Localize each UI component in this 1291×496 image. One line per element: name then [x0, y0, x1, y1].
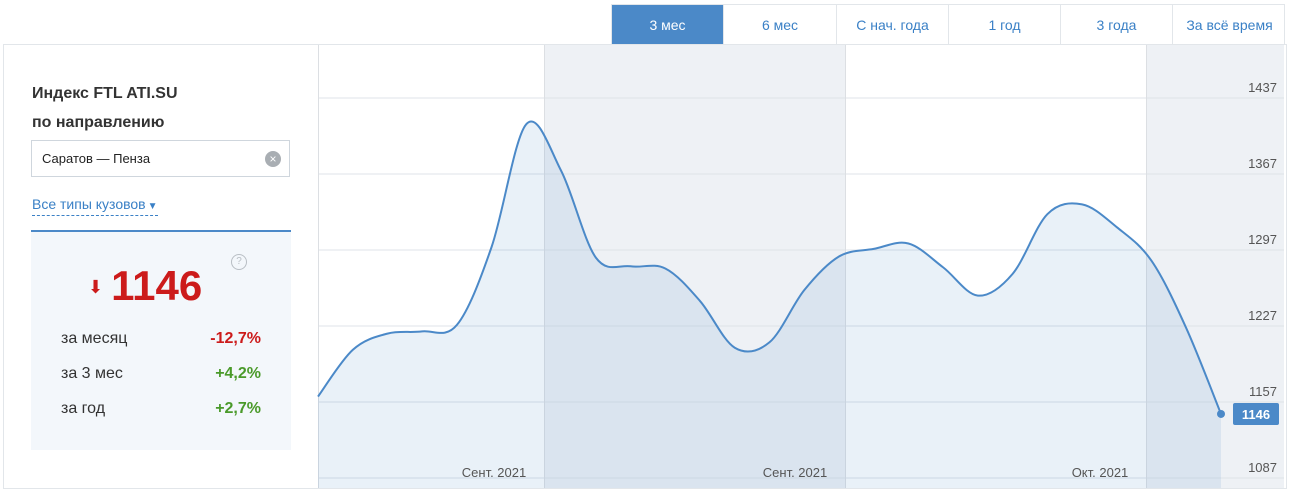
panel-title-line2: по направлению — [32, 114, 165, 131]
y-tick-label: 1227 — [1248, 308, 1277, 323]
stat-value: -12,7% — [210, 330, 261, 347]
y-tick-label: 1297 — [1248, 232, 1277, 247]
stat-year: за год +2,7% — [61, 400, 261, 420]
clear-icon[interactable]: × — [265, 151, 281, 167]
index-panel: Индекс FTL ATI.SU по направлению × Все т… — [3, 44, 318, 489]
index-card: ? ⬇ 1146 за месяц -12,7% за 3 мес +4,2% … — [31, 230, 291, 450]
y-tick-label: 1437 — [1248, 80, 1277, 95]
chevron-down-icon: ▼ — [147, 201, 158, 212]
route-field: × — [31, 140, 290, 177]
y-tick-label: 1157 — [1249, 384, 1277, 399]
index-value-block: ⬇ 1146 — [88, 262, 202, 310]
arrow-down-icon: ⬇ — [88, 276, 104, 297]
stat-label: за год — [61, 400, 106, 417]
x-tick-label: Окт. 2021 — [1072, 465, 1129, 480]
stat-label: за 3 мес — [61, 365, 123, 382]
x-tick-label: Сент. 2021 — [763, 465, 827, 480]
last-point — [1217, 409, 1225, 418]
last-value-label: 1146 — [1242, 407, 1270, 422]
stat-value: +2,7% — [215, 400, 261, 417]
x-tick-label: Сент. 2021 — [462, 465, 526, 480]
panel-title-line1: Индекс FTL ATI.SU — [32, 85, 178, 102]
route-input[interactable] — [32, 141, 262, 176]
y-tick-label: 1367 — [1248, 156, 1277, 171]
question-icon[interactable]: ? — [231, 254, 247, 270]
panel-title: Индекс FTL ATI.SU по направлению — [32, 79, 292, 137]
body-types-dropdown[interactable]: Все типы кузовов ▼ — [32, 196, 158, 216]
stat-label: за месяц — [61, 330, 128, 347]
stat-3-months: за 3 мес +4,2% — [61, 365, 261, 385]
y-tick-label: 1087 — [1248, 460, 1277, 475]
stat-value: +4,2% — [215, 365, 261, 382]
body-types-label: Все типы кузовов — [32, 196, 146, 212]
index-value: 1146 — [111, 262, 203, 309]
stat-month: за месяц -12,7% — [61, 330, 261, 350]
